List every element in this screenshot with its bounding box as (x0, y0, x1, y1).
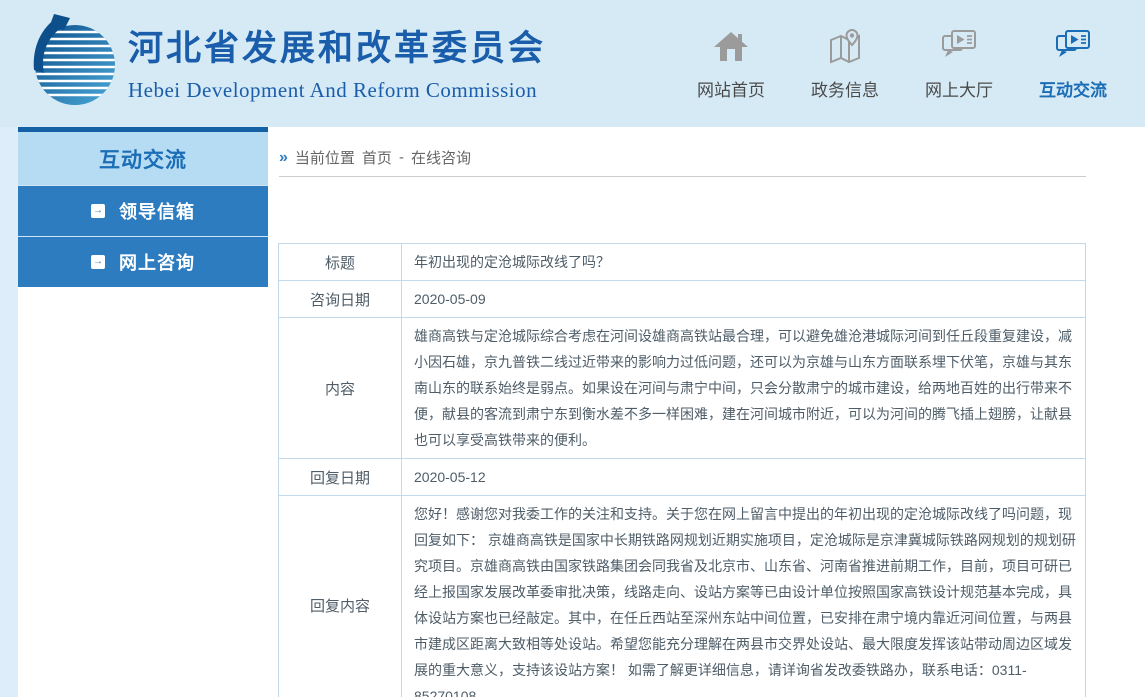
sidebar-title: 互动交流 (18, 132, 268, 185)
row-label: 标题 (278, 243, 402, 281)
nav-label: 互动交流 (1039, 81, 1107, 100)
sidebar-item-label: 领导信箱 (119, 202, 195, 222)
nav-item-online-hall[interactable]: 网上大厅 (925, 27, 993, 101)
site-title-en: Hebei Development And Reform Commission (128, 77, 538, 102)
chat-bubbles-icon (1056, 30, 1090, 57)
table-row-title: 标题 年初出现的定沧城际改线了吗？ (278, 243, 1086, 281)
double-angle-icon: » (279, 148, 288, 166)
row-value: 2020-05-12 (401, 458, 1086, 496)
globe-logo[interactable] (24, 12, 120, 112)
arrow-right-icon: → (91, 204, 105, 218)
site-title-cn: 河北省发展和改革委员会 (128, 29, 547, 68)
map-pin-icon (830, 28, 860, 64)
page: 河北省发展和改革委员会 Hebei Development And Reform… (0, 0, 1145, 697)
row-value: 您好！感谢您对我委工作的关注和支持。关于您在网上留言中提出的年初出现的定沧城际改… (401, 495, 1086, 697)
sidebar-item-leader-mailbox[interactable]: → 领导信箱 (18, 185, 268, 236)
table-row-content: 内容 雄商高铁与定沧城际综合考虑在河间设雄商高铁站最合理，可以避免雄沧港城际河间… (278, 317, 1086, 459)
table-row-reply-date: 回复日期 2020-05-12 (278, 458, 1086, 496)
sidebar: 互动交流 → 领导信箱 → 网上咨询 (18, 127, 268, 287)
site-header: 河北省发展和改革委员会 Hebei Development And Reform… (0, 0, 1145, 127)
home-icon (714, 32, 748, 61)
left-strip (0, 127, 18, 697)
nav-item-gov-info[interactable]: 政务信息 (811, 27, 879, 101)
row-value: 2020-05-09 (401, 280, 1086, 318)
chat-bubbles-icon (942, 30, 976, 57)
row-label: 回复日期 (278, 458, 402, 496)
row-label: 咨询日期 (278, 280, 402, 318)
globe-logo-graphic (33, 14, 115, 105)
breadcrumb: » 当前位置 首页 - 在线咨询 (279, 147, 471, 168)
arrow-right-icon: → (91, 255, 105, 269)
row-label: 内容 (278, 317, 402, 459)
breadcrumb-divider (279, 176, 1086, 177)
consultation-table: 标题 年初出现的定沧城际改线了吗？ 咨询日期 2020-05-09 内容 雄商高… (278, 243, 1086, 697)
row-label: 回复内容 (278, 495, 402, 697)
breadcrumb-separator: - (398, 149, 404, 166)
breadcrumb-current: 在线咨询 (410, 150, 471, 167)
top-nav: 网站首页 政务信息 网上大厅 互动交流 (697, 27, 1107, 101)
breadcrumb-prefix: 当前位置 (294, 150, 355, 167)
breadcrumb-home-link[interactable]: 首页 (362, 147, 392, 168)
nav-item-home[interactable]: 网站首页 (697, 27, 765, 101)
sidebar-item-online-consult[interactable]: → 网上咨询 (18, 236, 268, 287)
row-value: 雄商高铁与定沧城际综合考虑在河间设雄商高铁站最合理，可以避免雄沧港城际河间到任丘… (401, 317, 1086, 459)
table-row-consult-date: 咨询日期 2020-05-09 (278, 280, 1086, 318)
row-value: 年初出现的定沧城际改线了吗？ (401, 243, 1086, 281)
table-row-reply-content: 回复内容 您好！感谢您对我委工作的关注和支持。关于您在网上留言中提出的年初出现的… (278, 495, 1086, 697)
nav-item-interaction[interactable]: 互动交流 (1039, 27, 1107, 101)
nav-label: 政务信息 (811, 81, 879, 100)
site-title-block: 河北省发展和改革委员会 Hebei Development And Reform… (128, 29, 547, 103)
nav-label: 网站首页 (697, 81, 765, 100)
nav-label: 网上大厅 (925, 81, 993, 100)
sidebar-item-label: 网上咨询 (119, 253, 195, 273)
